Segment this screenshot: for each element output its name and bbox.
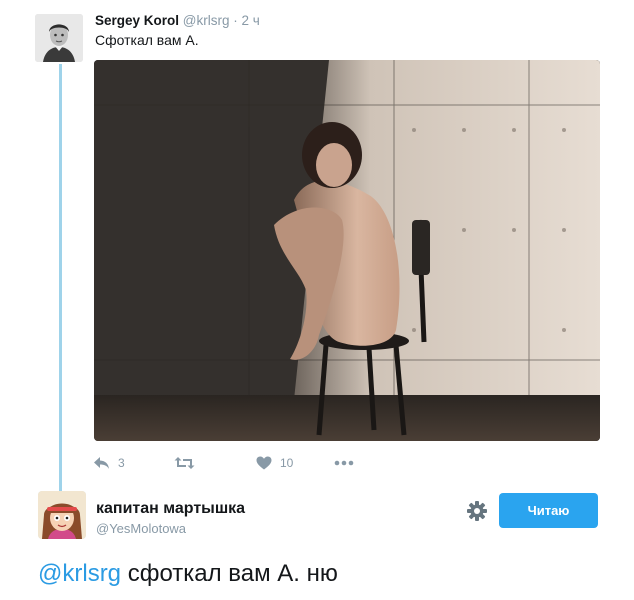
author-name[interactable]: Sergey Korol — [95, 13, 179, 28]
like-count: 10 — [280, 456, 294, 470]
like-button[interactable]: 10 — [256, 454, 293, 472]
reply-icon — [94, 457, 109, 469]
user-handle[interactable]: @YesMolotowa — [96, 521, 186, 536]
thread-line — [59, 64, 62, 492]
avatar-photo — [35, 14, 83, 62]
tweet-header: Sergey Korol @krlsrg · 2 ч — [95, 13, 260, 28]
tweet-photo[interactable] — [94, 60, 600, 441]
reply-count: 3 — [118, 456, 125, 470]
author-handle[interactable]: @krlsrg — [183, 13, 230, 28]
tweet-time[interactable]: 2 ч — [242, 13, 260, 28]
heart-icon — [256, 456, 272, 470]
separator: · — [233, 13, 238, 28]
user-avatar[interactable] — [38, 491, 86, 539]
user-name[interactable]: капитан мартышка — [96, 500, 245, 518]
avatar-cartoon — [38, 491, 86, 539]
settings-button[interactable] — [466, 500, 488, 522]
avatar[interactable] — [35, 14, 83, 62]
more-button[interactable] — [334, 454, 354, 472]
tweet-text: Сфоткал вам А. — [95, 32, 199, 48]
follow-button[interactable]: Читаю — [499, 493, 598, 528]
more-icon — [334, 460, 354, 466]
gear-icon — [467, 501, 487, 521]
retweet-icon — [174, 457, 195, 469]
photo-illustration — [94, 60, 600, 441]
mention-link[interactable]: @krlsrg — [38, 560, 121, 587]
reply-button[interactable]: 3 — [93, 454, 125, 472]
retweet-button[interactable] — [174, 454, 203, 472]
comment-text: сфоткал вам А. ню — [121, 560, 338, 587]
comment: @krlsrg сфоткал вам А. ню — [38, 560, 338, 588]
